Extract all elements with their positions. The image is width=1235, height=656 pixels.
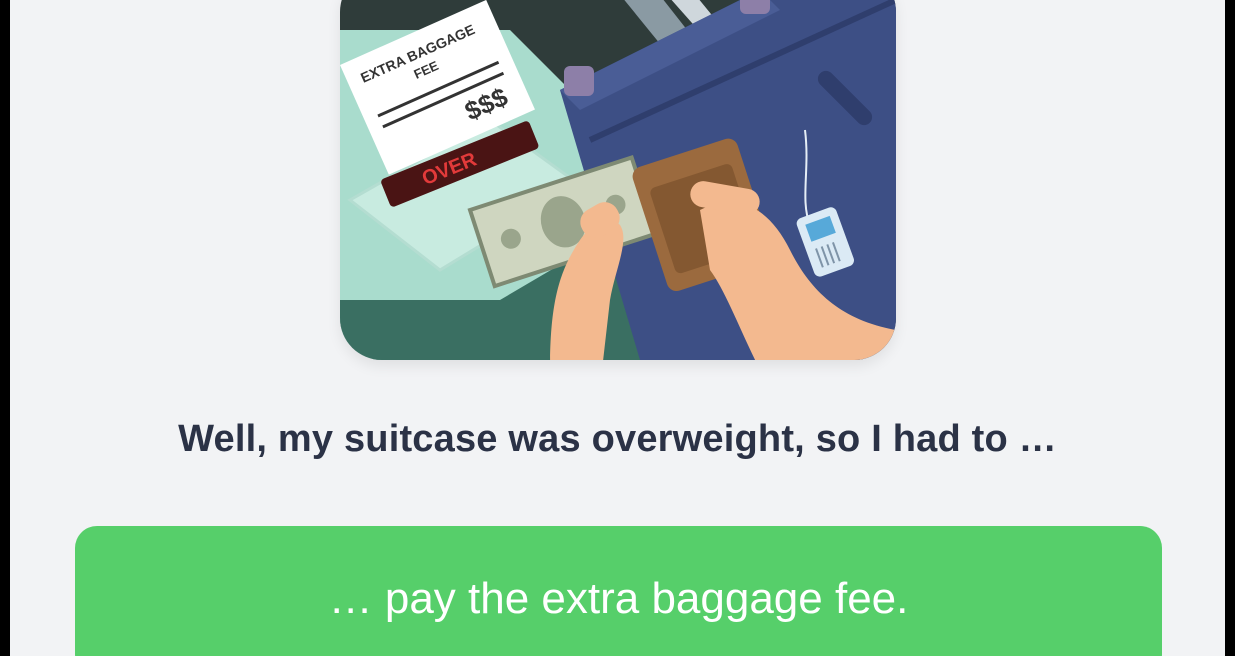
answer-option-label: … pay the extra baggage fee.	[328, 574, 909, 623]
answer-option-button[interactable]: … pay the extra baggage fee.	[75, 526, 1162, 656]
lesson-screen: OVER EXTRA BAGGAGE FEE $$$ Well, my suit…	[10, 0, 1225, 656]
question-prompt: Well, my suitcase was overweight, so I h…	[178, 418, 1057, 460]
baggage-fee-illustration: OVER EXTRA BAGGAGE FEE $$$	[340, 0, 896, 360]
